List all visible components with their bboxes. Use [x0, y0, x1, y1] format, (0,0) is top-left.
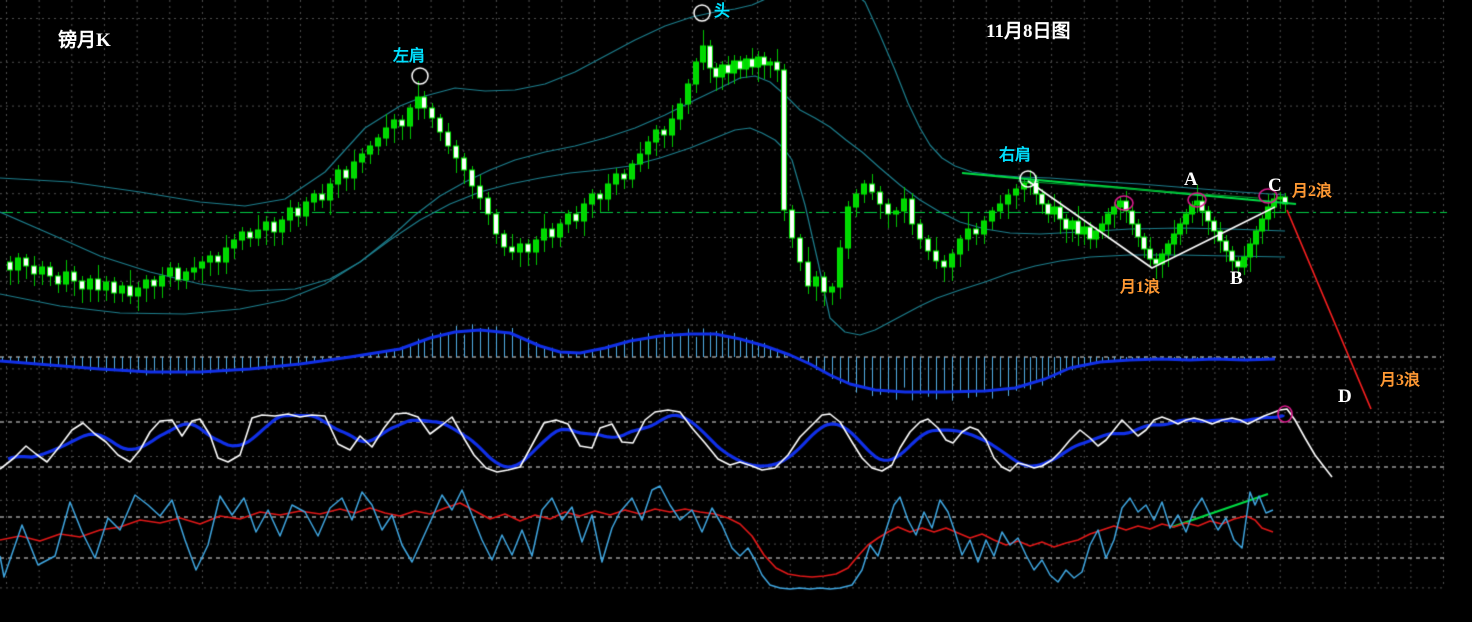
chart-date-label: 11月8日图: [986, 21, 1071, 42]
wave-2-label: 月2浪: [1292, 183, 1333, 200]
left-shoulder-label: 左肩: [393, 48, 426, 65]
point-b-label: B: [1230, 268, 1243, 289]
point-c-label: C: [1268, 175, 1282, 196]
right-shoulder-label: 右肩: [999, 147, 1032, 164]
chart-title: 镑月K: [58, 30, 111, 51]
wave-1-label: 月1浪: [1120, 279, 1161, 296]
point-a-label: A: [1184, 169, 1198, 190]
point-d-label: D: [1338, 386, 1352, 407]
wave-3-label: 月3浪: [1380, 372, 1421, 389]
trading-chart: 镑月K 11月8日图 左肩 头右肩 A B C D 月1浪 月2浪月3浪: [0, 0, 1472, 622]
chart-canvas: [0, 0, 1472, 622]
head-label: 头: [714, 3, 731, 20]
